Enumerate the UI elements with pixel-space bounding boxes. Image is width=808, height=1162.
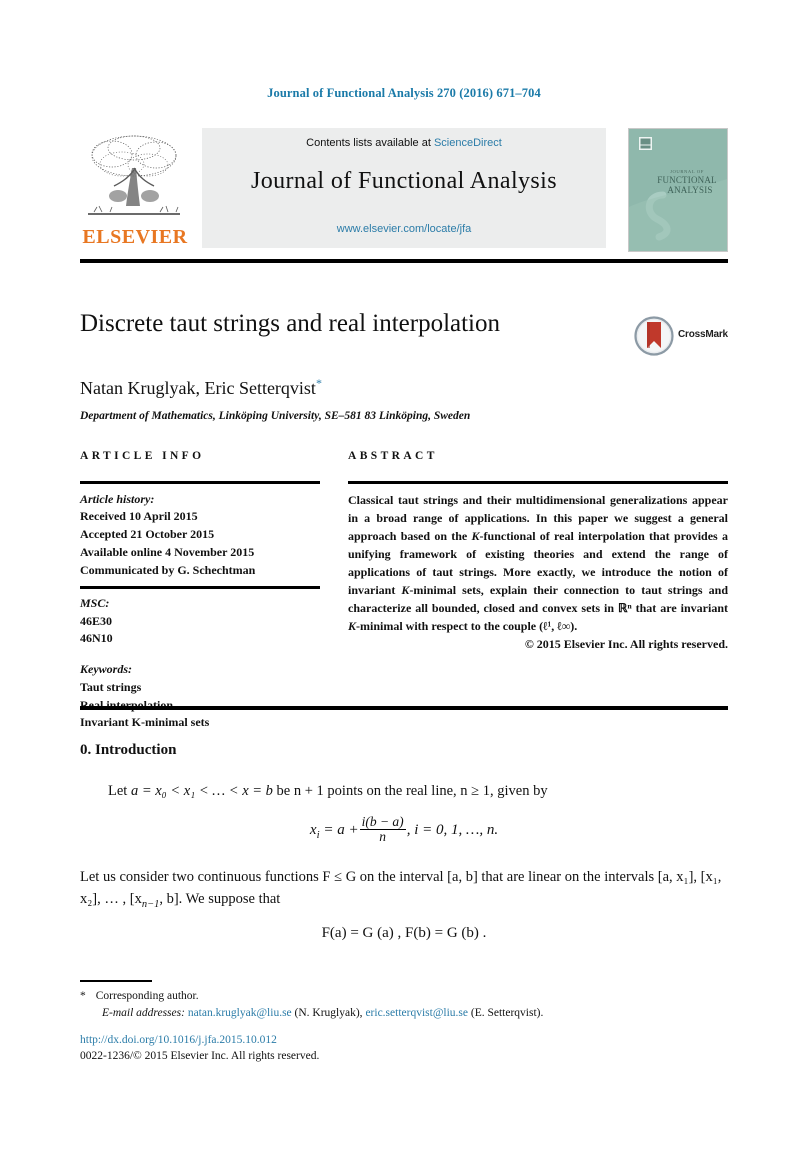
article-info-rule xyxy=(80,481,320,484)
display-equation-2: F(a) = G (a) , F(b) = G (b) . xyxy=(321,925,487,941)
para2-line2-sub: n−1 xyxy=(141,899,160,911)
footnote-corresponding-author: * Corresponding author. xyxy=(80,988,728,1005)
contents-prefix: Contents lists available at xyxy=(306,137,434,149)
crossmark-icon xyxy=(634,316,674,356)
abstract-column: ABSTRACT Classical taut strings and thei… xyxy=(348,450,728,652)
article-info-column: ARTICLE INFO Article history: Received 1… xyxy=(80,450,320,732)
journal-title: Journal of Functional Analysis xyxy=(251,168,557,194)
crossmark-badge[interactable]: CrossMark xyxy=(634,316,730,360)
footnote-star: * xyxy=(80,990,86,1002)
journal-homepage-link[interactable]: www.elsevier.com/locate/jfa xyxy=(202,223,606,235)
eq1-lhs: x xyxy=(309,822,317,839)
contents-available-line: Contents lists available at ScienceDirec… xyxy=(202,137,606,149)
imprint-block: http://dx.doi.org/10.1016/j.jfa.2015.10.… xyxy=(80,1032,728,1065)
author-names: Natan Kruglyak, Eric Setterqvist xyxy=(80,378,316,398)
corresponding-author-marker[interactable]: * xyxy=(316,376,322,390)
para1-eq2: = b xyxy=(248,783,273,799)
display-equation-1: xi = a + i(b − a) n, i = 0, 1, …, n. xyxy=(80,814,728,845)
masthead-divider xyxy=(80,259,728,263)
issn-copyright-line: 0022-1236/© 2015 Elsevier Inc. All right… xyxy=(80,1050,320,1063)
abstract-copyright: © 2015 Elsevier Inc. All rights reserved… xyxy=(524,636,728,651)
abstract-text: Classical taut strings and their multidi… xyxy=(348,491,728,635)
keyword-3: Invariant K-minimal sets xyxy=(80,715,210,730)
sciencedirect-link[interactable]: ScienceDirect xyxy=(434,137,502,149)
history-received: Received 10 April 2015 xyxy=(80,509,198,524)
paragraph-intro-2: Let us consider two continuous functions… xyxy=(80,866,728,914)
article-history-label: Article history: xyxy=(80,491,155,506)
svg-text:ANALYSIS: ANALYSIS xyxy=(667,185,712,195)
svg-text:FUNCTIONAL: FUNCTIONAL xyxy=(657,175,717,185)
email-addresses-label: E-mail addresses: xyxy=(102,1007,185,1020)
msc-group: MSC: 46E30 46N10 xyxy=(80,595,320,648)
journal-cover-thumbnail: JOURNAL OF FUNCTIONAL ANALYSIS xyxy=(628,128,728,252)
keyword-1: Taut strings xyxy=(80,679,142,694)
abstract-k-minimal-2: K xyxy=(348,618,357,633)
page-title: Discrete taut strings and real interpola… xyxy=(80,310,501,337)
email-attr-1: (N. Kruglyak), xyxy=(294,1007,363,1020)
article-history-group: Article history: Received 10 April 2015 … xyxy=(80,491,320,580)
keywords-group: Keywords: Taut strings Real interpolatio… xyxy=(80,661,320,732)
history-communicated-by: Communicated by G. Schechtman xyxy=(80,562,256,577)
abstract-bottom-divider xyxy=(80,706,728,710)
msc-code-1: 46E30 xyxy=(80,613,113,628)
eq1-tail: , i = 0, 1, …, n. xyxy=(406,822,499,839)
sciencedirect-banner: Contents lists available at ScienceDirec… xyxy=(202,128,606,248)
footnote-emails: E-mail addresses: natan.kruglyak@liu.se … xyxy=(80,1005,728,1022)
abstract-rn: ℝⁿ xyxy=(617,600,632,615)
email-link-1[interactable]: natan.kruglyak@liu.se xyxy=(188,1007,292,1019)
history-accepted: Accepted 21 October 2015 xyxy=(80,527,215,541)
eq1-fraction: i(b − a) n xyxy=(359,814,406,844)
abstract-heading: ABSTRACT xyxy=(348,450,438,462)
email-attr-2: (E. Setterqvist). xyxy=(470,1007,544,1020)
msc-code-2: 46N10 xyxy=(80,631,113,646)
eq1-denominator: n xyxy=(359,829,406,844)
journal-masthead: ELSEVIER Contents lists available at Sci… xyxy=(80,128,728,252)
para1-lead: Let xyxy=(108,783,131,799)
para1-eq: = x₀ < x₁ < … < x xyxy=(138,783,249,799)
eq1-numerator: i(b − a) xyxy=(361,814,404,829)
keywords-label: Keywords: xyxy=(80,662,132,676)
abstract-part-5: -minimal with respect to the couple (ℓ¹,… xyxy=(356,618,578,633)
abstract-k-functional: K xyxy=(471,528,480,543)
para1-mid: be n + 1 points on the real line, n ≥ 1,… xyxy=(272,783,548,799)
paragraph-intro-1: Let a = x₀ < x₁ < … < x = b be n + 1 poi… xyxy=(80,780,728,802)
elsevier-tree-icon xyxy=(82,130,186,226)
abstract-rule xyxy=(348,481,728,484)
crossmark-label: CrossMark xyxy=(678,329,728,340)
msc-label: MSC: xyxy=(80,595,110,610)
abstract-part-4: that are invariant xyxy=(631,600,728,615)
article-info-heading: ARTICLE INFO xyxy=(80,450,205,462)
para2-line2-tail: , b]. We suppose that xyxy=(159,891,281,908)
email-link-2[interactable]: eric.setterqvist@liu.se xyxy=(365,1007,468,1019)
footnote-divider xyxy=(80,980,152,982)
history-available-online: Available online 4 November 2015 xyxy=(80,544,255,559)
running-head: Journal of Functional Analysis 270 (2016… xyxy=(267,86,541,100)
elsevier-wordmark: ELSEVIER xyxy=(82,226,188,248)
affiliation: Department of Mathematics, Linköping Uni… xyxy=(80,410,471,422)
article-info-rule-2 xyxy=(80,586,320,589)
svg-text:JOURNAL OF: JOURNAL OF xyxy=(670,169,704,174)
doi-link[interactable]: http://dx.doi.org/10.1016/j.jfa.2015.10.… xyxy=(80,1032,728,1048)
para2-line1: Let us consider two continuous functions… xyxy=(80,869,580,885)
section-heading-introduction: 0. Introduction xyxy=(80,742,177,758)
elsevier-logo: ELSEVIER xyxy=(80,128,190,252)
paper-page: Journal of Functional Analysis 270 (2016… xyxy=(0,0,808,1162)
footnote-corresponding-text: Corresponding author. xyxy=(95,990,199,1002)
author-list: Natan Kruglyak, Eric Setterqvist* xyxy=(80,376,640,399)
footnote-block: * Corresponding author. E-mail addresses:… xyxy=(80,988,728,1023)
eq1-eq: = a + xyxy=(319,822,359,839)
